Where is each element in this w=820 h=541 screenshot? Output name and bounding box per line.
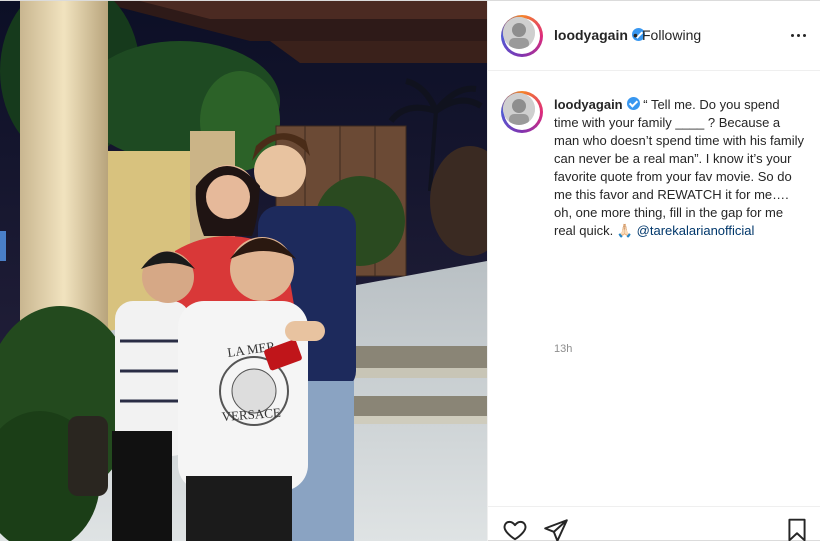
caption-username[interactable]: loodyagain [554, 97, 640, 112]
verified-badge-icon [626, 97, 640, 110]
following-button[interactable]: Following [642, 27, 701, 43]
post-actions-bar [488, 506, 820, 541]
post-author-username[interactable]: loodyagain [554, 27, 645, 43]
separator-dot: • [633, 27, 638, 43]
heart-icon[interactable] [502, 517, 528, 541]
family-photo-illustration: LA MER VERSACE [0, 1, 487, 541]
post-timestamp[interactable]: 13h [554, 343, 572, 355]
paper-plane-icon[interactable] [543, 517, 569, 541]
post-photo[interactable]: LA MER VERSACE [0, 1, 487, 541]
caption-mention-link[interactable]: @tarekalarianofficial [637, 223, 755, 238]
post-header: loodyagain • Following [488, 1, 820, 71]
caption-avatar[interactable] [501, 91, 543, 133]
photo-edge-marker [0, 231, 6, 261]
profile-picture [503, 93, 535, 125]
post-side-panel: loodyagain • Following loodyagain “ Tell [487, 1, 820, 541]
profile-picture [503, 17, 535, 49]
instagram-post: LA MER VERSACE loodyagain • Following lo… [0, 0, 820, 541]
post-caption: loodyagain “ Tell me. Do you spend time … [554, 96, 804, 240]
bookmark-icon[interactable] [784, 517, 810, 541]
more-options-icon[interactable] [791, 34, 807, 38]
avatar[interactable] [501, 15, 543, 57]
caption-text: “ Tell me. Do you spend time with your f… [554, 97, 805, 238]
